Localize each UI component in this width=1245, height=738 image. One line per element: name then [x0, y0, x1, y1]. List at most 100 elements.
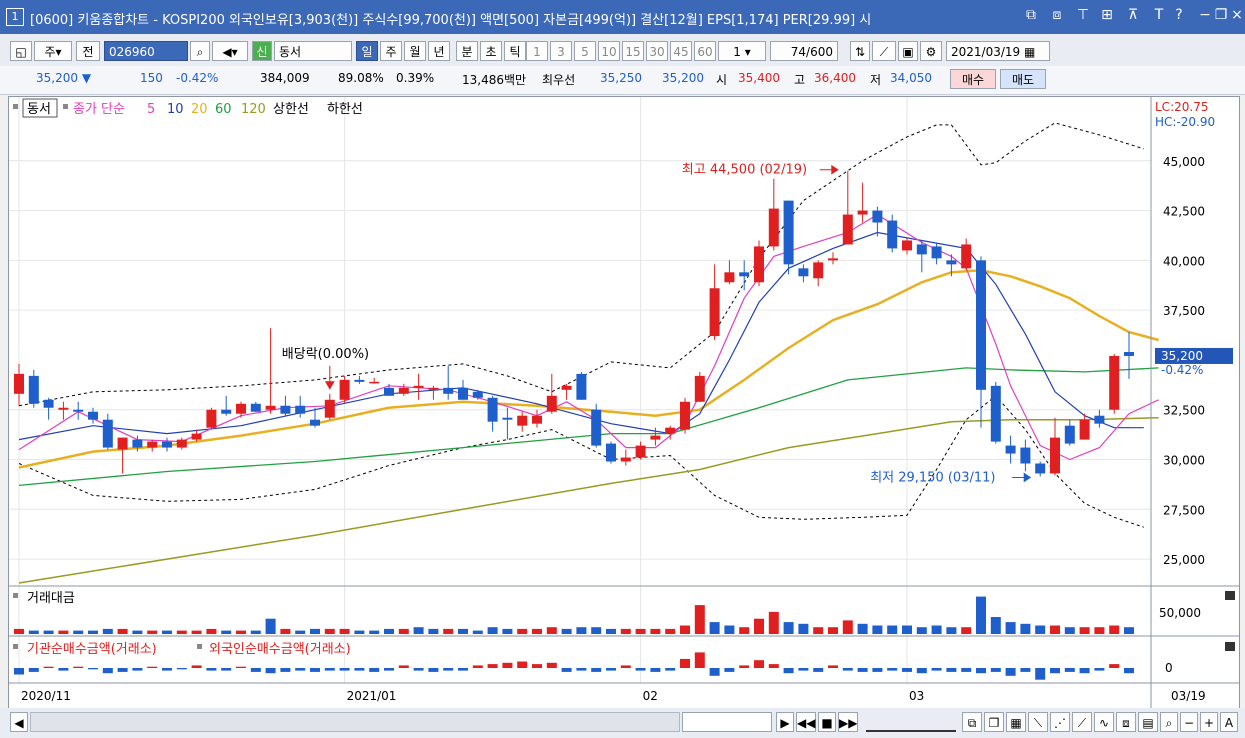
- volume-bar: [650, 628, 661, 634]
- link-icon[interactable]: ⧉: [1022, 7, 1040, 23]
- x-tick-label: 02: [643, 689, 658, 703]
- calendar-icon[interactable]: ▦: [1024, 45, 1035, 59]
- draw-icon[interactable]: ⟋: [1072, 712, 1092, 732]
- interval-button-0[interactable]: 1: [526, 41, 548, 61]
- panel-close-icon[interactable]: [1225, 591, 1235, 600]
- interval-button-6[interactable]: 45: [670, 41, 692, 61]
- gear-icon[interactable]: ⚙: [920, 41, 942, 61]
- candle-body: [961, 244, 972, 269]
- candle-body: [428, 387, 439, 390]
- panel-close-icon[interactable]: [1225, 642, 1235, 651]
- interval-button-1[interactable]: 3: [550, 41, 572, 61]
- prev-button[interactable]: 전: [76, 41, 100, 61]
- text-tool-icon[interactable]: A: [1220, 712, 1238, 732]
- rewind-icon[interactable]: ◀◀: [796, 712, 816, 732]
- compare-icon[interactable]: ⇅: [850, 41, 870, 61]
- pin-icon[interactable]: ⊼: [1124, 7, 1142, 23]
- chart-menu-icon[interactable]: ◱: [10, 41, 32, 61]
- interval-button-5[interactable]: 30: [646, 41, 668, 61]
- net-bar: [28, 668, 39, 672]
- interval-button-4[interactable]: 15: [622, 41, 644, 61]
- net-bar: [665, 668, 676, 671]
- candle-body: [265, 405, 276, 410]
- period-tab-6[interactable]: 틱: [504, 41, 526, 61]
- candle-body: [635, 445, 646, 458]
- fan-icon[interactable]: ⋰: [1050, 712, 1070, 732]
- fast-forward-icon[interactable]: ▶▶: [838, 712, 858, 732]
- zoom-in-icon[interactable]: +: [1200, 712, 1218, 732]
- play-icon[interactable]: ▶: [776, 712, 794, 732]
- scroll-left-icon[interactable]: ◀: [10, 712, 28, 732]
- line-tool-icon[interactable]: ⟋: [872, 41, 896, 61]
- net-bar: [1020, 668, 1031, 672]
- net-bar: [502, 662, 513, 668]
- help-icon[interactable]: ?: [1170, 7, 1188, 23]
- volume-bar: [339, 628, 350, 634]
- price-chart[interactable]: 45,000 42,500 40,000 37,500 32,500 30,000 27,5…: [9, 97, 1239, 709]
- net-bar: [398, 665, 409, 668]
- stop-icon[interactable]: ■: [818, 712, 836, 732]
- high-arrow-icon: [819, 164, 839, 175]
- zoom-icon[interactable]: ⌕: [1160, 712, 1178, 732]
- period-tab-4[interactable]: 분: [456, 41, 478, 61]
- date-field[interactable]: 2021/03/19 ▦: [946, 41, 1050, 61]
- x-tick-label: 03/19: [1171, 689, 1206, 703]
- volume-bar: [902, 625, 912, 634]
- period-tab-3[interactable]: 년: [428, 41, 450, 61]
- volume-bar: [310, 628, 320, 634]
- volume-bar: [14, 628, 24, 634]
- zoom-slider[interactable]: [866, 714, 956, 732]
- legend-marker: [13, 104, 18, 109]
- market-select[interactable]: 주▾: [34, 41, 72, 61]
- pin-top-icon[interactable]: ⊤: [1074, 7, 1092, 23]
- net-panel-title2: 외국인순매수금액(거래소): [209, 642, 351, 657]
- wave-icon[interactable]: ∿: [1094, 712, 1114, 732]
- net-bar: [517, 661, 528, 668]
- buy-button[interactable]: 매수: [950, 69, 996, 89]
- volume-bar: [458, 628, 468, 634]
- interval-button-7[interactable]: 60: [694, 41, 716, 61]
- layout-icon[interactable]: ⊞: [1098, 7, 1116, 23]
- low-annotation: 최저 29,150 (03/11): [870, 470, 995, 485]
- close-icon[interactable]: ×: [1228, 7, 1245, 23]
- stock-name-field[interactable]: 동서: [274, 41, 352, 61]
- net-bar: [754, 660, 764, 668]
- period-tab-5[interactable]: 초: [480, 41, 502, 61]
- sound-icon[interactable]: ◀▾: [212, 41, 248, 61]
- grid-icon[interactable]: ▦: [1006, 712, 1026, 732]
- scrollbar-thumb[interactable]: [682, 712, 772, 732]
- count-field[interactable]: 74/600: [770, 41, 838, 61]
- volume-bar: [990, 617, 1001, 634]
- interval-select[interactable]: 1 ▾: [718, 41, 766, 61]
- sell-button[interactable]: 매도: [1000, 69, 1046, 89]
- save-icon[interactable]: ▣: [898, 41, 918, 61]
- palette-icon[interactable]: ▤: [1138, 712, 1158, 732]
- trend-icon[interactable]: ⟍: [1028, 712, 1048, 732]
- font-icon[interactable]: T: [1150, 7, 1168, 23]
- volume-bar: [472, 630, 483, 634]
- net-bar: [902, 668, 912, 672]
- interval-button-2[interactable]: 5: [574, 41, 596, 61]
- dock-icon[interactable]: ⧈: [1048, 7, 1066, 23]
- copy-icon[interactable]: ⧉: [962, 712, 982, 732]
- legend-stock-name: 동서: [27, 102, 51, 117]
- candle-body: [990, 385, 1001, 442]
- period-tab-0[interactable]: 일: [356, 41, 378, 61]
- net-bar: [58, 668, 69, 671]
- search-icon[interactable]: ⌕: [190, 41, 210, 61]
- period-tab-2[interactable]: 월: [404, 41, 426, 61]
- candle-body: [887, 220, 898, 249]
- volume-bar: [176, 630, 187, 634]
- interval-button-3[interactable]: 10: [598, 41, 620, 61]
- period-tab-1[interactable]: 주: [380, 41, 402, 61]
- scrollbar-track[interactable]: [30, 712, 680, 732]
- layers-icon[interactable]: ⧈: [1116, 712, 1136, 732]
- zoom-out-icon[interactable]: −: [1180, 712, 1198, 732]
- code-input[interactable]: 026960: [104, 41, 188, 61]
- net-bar: [576, 668, 587, 671]
- net-bar: [280, 668, 291, 672]
- window-icon[interactable]: ❐: [984, 712, 1004, 732]
- candle-body: [339, 379, 350, 400]
- volume-bar: [191, 630, 202, 634]
- volume-bar: [842, 620, 853, 634]
